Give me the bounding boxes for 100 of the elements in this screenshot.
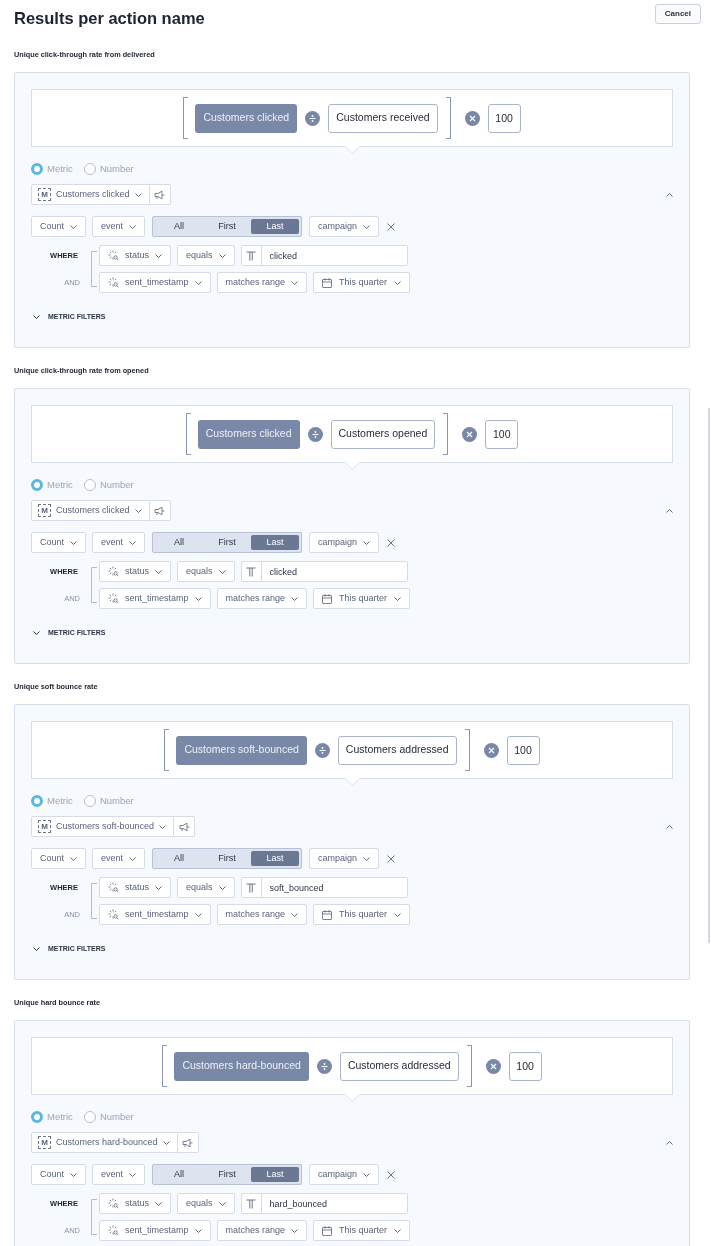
operator-dropdown[interactable]: matches range xyxy=(216,1220,308,1241)
source-dropdown[interactable]: event xyxy=(92,1164,146,1185)
chevron-down-icon xyxy=(363,540,371,545)
text-field[interactable]: clicked xyxy=(261,245,408,266)
chevron-down-icon xyxy=(155,569,162,574)
metric-dropdown[interactable]: M Customers hard-bounced xyxy=(31,1132,178,1153)
field-dropdown[interactable]: status xyxy=(99,1193,171,1214)
megaphone-icon xyxy=(178,821,190,832)
field-dropdown[interactable]: status xyxy=(99,877,171,898)
divide-icon xyxy=(314,742,330,758)
segment-option[interactable]: Last xyxy=(251,851,300,866)
group-by-dropdown[interactable]: campaign xyxy=(309,216,380,237)
segment-option[interactable]: First xyxy=(203,535,252,550)
megaphone-button[interactable] xyxy=(174,816,196,837)
chevron-up-icon[interactable] xyxy=(666,1140,673,1145)
date-range-dropdown[interactable]: This quarter xyxy=(313,588,411,609)
source-dropdown[interactable]: event xyxy=(92,216,146,237)
metric-dropdown[interactable]: M Customers clicked xyxy=(31,184,150,205)
radio-button[interactable] xyxy=(31,1111,43,1123)
source-dropdown[interactable]: event xyxy=(92,532,146,553)
segment-option[interactable]: Last xyxy=(251,1167,300,1182)
segment-option[interactable]: All xyxy=(155,535,204,550)
chevron-up-icon[interactable] xyxy=(666,508,673,513)
denominator-metric[interactable]: Customers addressed xyxy=(339,1051,459,1081)
text-type-icon xyxy=(246,250,257,261)
multiplier-field[interactable]: 100 xyxy=(508,1051,542,1081)
group-by-dropdown[interactable]: campaign xyxy=(309,532,380,553)
segment-option[interactable]: First xyxy=(203,219,252,234)
close-icon[interactable] xyxy=(387,538,396,547)
chevron-down-icon xyxy=(363,224,371,229)
cancel-button[interactable]: Cancel xyxy=(654,4,701,24)
text-field[interactable]: soft_bounced xyxy=(261,877,408,898)
segment-option[interactable]: First xyxy=(203,851,252,866)
date-range-dropdown[interactable]: This quarter xyxy=(313,1220,411,1241)
denominator-metric[interactable]: Customers opened xyxy=(330,419,436,449)
operator-dropdown[interactable]: equals xyxy=(177,877,235,898)
date-range-dropdown[interactable]: This quarter xyxy=(313,904,411,925)
segment-option[interactable]: First xyxy=(203,1167,252,1182)
field-dropdown[interactable]: status xyxy=(99,561,171,582)
close-icon[interactable] xyxy=(387,1170,396,1179)
close-icon[interactable] xyxy=(387,854,396,863)
field-dropdown[interactable]: sent_timestamp xyxy=(99,588,211,609)
multiplier-field[interactable]: 100 xyxy=(485,419,519,449)
field-dropdown[interactable]: sent_timestamp xyxy=(99,1220,211,1241)
multiplier-field[interactable]: 100 xyxy=(487,103,521,133)
group-by-dropdown[interactable]: campaign xyxy=(309,848,380,869)
operator-dropdown[interactable]: matches range xyxy=(216,588,308,609)
radio-button[interactable] xyxy=(83,163,96,175)
calendar-icon xyxy=(322,909,333,920)
operator-dropdown[interactable]: equals xyxy=(177,561,235,582)
close-icon[interactable] xyxy=(387,222,396,231)
page-title: Results per action name xyxy=(14,8,205,29)
type-button[interactable] xyxy=(240,245,262,266)
chevron-up-icon[interactable] xyxy=(666,824,673,829)
segment-option[interactable]: Last xyxy=(251,535,300,550)
text-type-icon xyxy=(246,566,257,577)
radio-button[interactable] xyxy=(31,163,43,175)
radio-button[interactable] xyxy=(31,479,43,491)
denominator-metric[interactable]: Customers addressed xyxy=(337,735,457,765)
group-by-dropdown[interactable]: campaign xyxy=(309,1164,380,1185)
chevron-down-icon xyxy=(218,569,226,574)
denominator-metric[interactable]: Customers received xyxy=(328,103,438,133)
radio-button[interactable] xyxy=(31,795,43,807)
megaphone-button[interactable] xyxy=(149,500,171,521)
aggregation-dropdown[interactable]: Count xyxy=(31,1164,87,1185)
segment-option[interactable]: All xyxy=(155,851,204,866)
source-dropdown[interactable]: event xyxy=(92,848,146,869)
segment-option[interactable]: All xyxy=(155,219,204,234)
radio-button[interactable] xyxy=(83,795,96,807)
chevron-up-icon[interactable] xyxy=(666,192,673,197)
metric-dropdown[interactable]: M Customers clicked xyxy=(31,500,150,521)
text-field[interactable]: hard_bounced xyxy=(261,1193,408,1214)
metric-dropdown[interactable]: M Customers soft-bounced xyxy=(31,816,175,837)
operator-dropdown[interactable]: matches range xyxy=(216,272,308,293)
field-dropdown[interactable]: sent_timestamp xyxy=(99,272,211,293)
operator-dropdown[interactable]: equals xyxy=(177,1193,235,1214)
text-type-icon xyxy=(246,882,257,893)
text-field[interactable]: clicked xyxy=(261,561,408,582)
chevron-down-icon xyxy=(194,1228,202,1233)
multiplier-field[interactable]: 100 xyxy=(506,735,540,765)
megaphone-button[interactable] xyxy=(177,1132,199,1153)
megaphone-button[interactable] xyxy=(149,184,171,205)
radio-button[interactable] xyxy=(83,1111,96,1123)
type-button[interactable] xyxy=(240,561,262,582)
aggregation-dropdown[interactable]: Count xyxy=(31,216,87,237)
scrollbar[interactable] xyxy=(708,408,710,943)
aggregation-dropdown[interactable]: Count xyxy=(31,532,87,553)
segment-option[interactable]: All xyxy=(155,1167,204,1182)
divide-icon xyxy=(307,426,323,442)
type-button[interactable] xyxy=(240,1193,262,1214)
date-range-dropdown[interactable]: This quarter xyxy=(313,272,411,293)
field-dropdown[interactable]: status xyxy=(99,245,171,266)
operator-dropdown[interactable]: equals xyxy=(177,245,235,266)
operator-dropdown[interactable]: matches range xyxy=(216,904,308,925)
type-button[interactable] xyxy=(240,877,262,898)
sparkle-icon xyxy=(108,277,119,288)
radio-button[interactable] xyxy=(83,479,96,491)
field-dropdown[interactable]: sent_timestamp xyxy=(99,904,211,925)
segment-option[interactable]: Last xyxy=(251,219,300,234)
aggregation-dropdown[interactable]: Count xyxy=(31,848,87,869)
